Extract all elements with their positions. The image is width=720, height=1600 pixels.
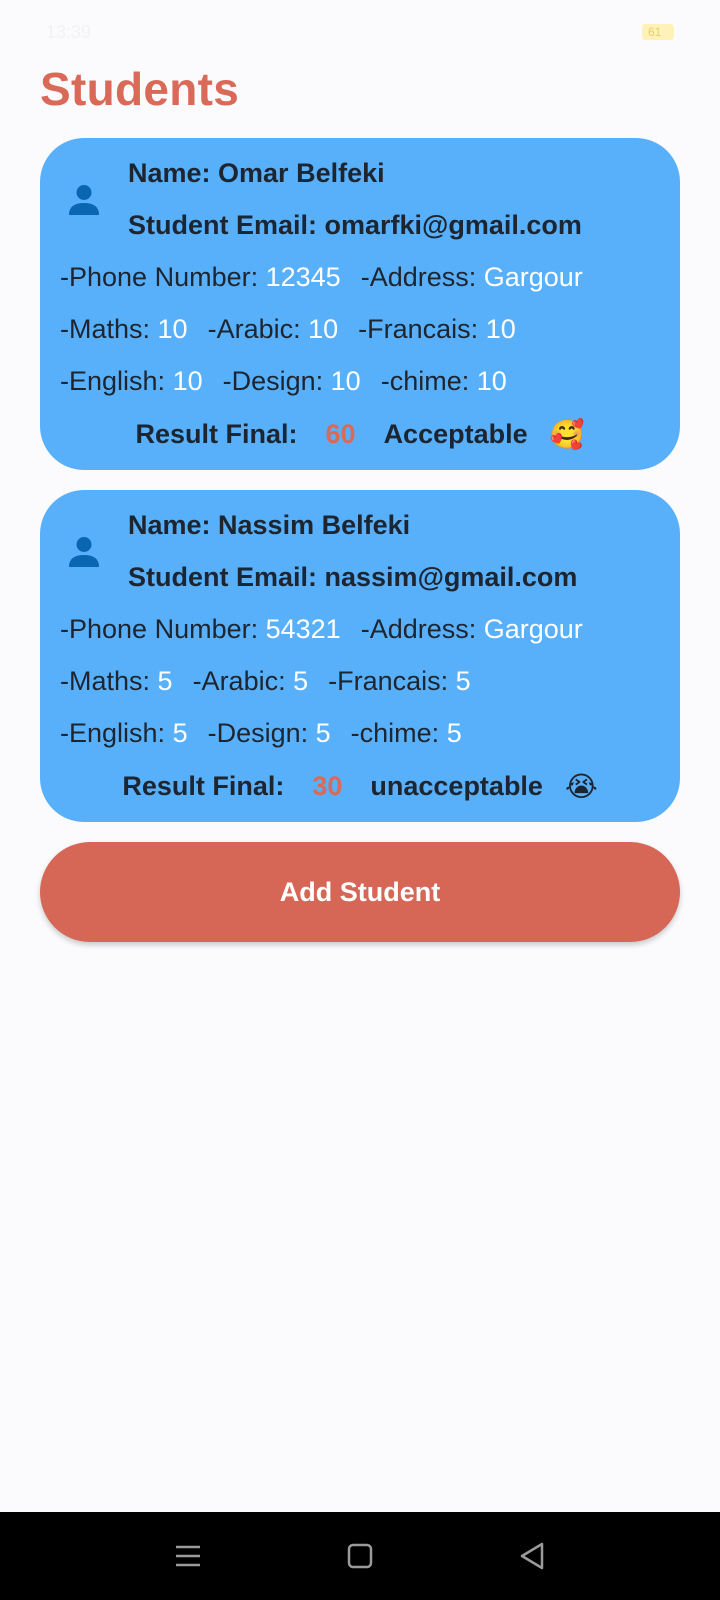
student-name: Name: Omar Belfeki (128, 158, 385, 188)
result-score: 60 (325, 419, 356, 449)
crying-face-emoji-icon: 😭 (564, 771, 598, 802)
english-label: -English: (60, 366, 173, 396)
contact-row: -Phone Number: 12345 -Address: Gargour (60, 262, 583, 293)
phone-value: 54321 (265, 614, 341, 644)
status-right: 61 (642, 24, 674, 40)
status-bar: 13:39 61 (0, 0, 720, 64)
result-status: Acceptable (383, 419, 528, 449)
francais-value: 10 (485, 314, 516, 344)
person-icon (69, 185, 99, 215)
page-title: Students (40, 63, 240, 115)
grades-row-1: -Maths: 5 -Arabic: 5 -Francais: 5 (60, 666, 471, 697)
smiling-hearts-emoji-icon: 🥰 (549, 419, 585, 450)
maths-value: 5 (157, 666, 173, 696)
result-label: Result Final: (122, 771, 285, 801)
arabic-value: 10 (308, 314, 339, 344)
grades-row-2: -English: 10 -Design: 10 -chime: 10 (60, 366, 507, 397)
student-email: Student Email: omarfki@gmail.com (128, 210, 582, 240)
address-label: -Address: (360, 262, 484, 292)
home-square-icon[interactable] (340, 1538, 380, 1574)
arabic-label: -Arabic: (192, 666, 294, 696)
chime-value: 5 (446, 718, 462, 748)
maths-label: -Maths: (60, 666, 158, 696)
address-value: Gargour (483, 614, 583, 644)
design-value: 10 (330, 366, 361, 396)
person-icon (69, 537, 99, 567)
english-value: 5 (172, 718, 188, 748)
english-value: 10 (172, 366, 203, 396)
student-card[interactable]: Name: Omar Belfeki Student Email: omarfk… (40, 138, 680, 470)
result-label: Result Final: (135, 419, 298, 449)
grades-row-1: -Maths: 10 -Arabic: 10 -Francais: 10 (60, 314, 516, 345)
francais-label: -Francais: (328, 666, 456, 696)
system-nav-bar (0, 1512, 720, 1600)
status-time: 13:39 (46, 21, 92, 42)
chime-label: -chime: (350, 718, 447, 748)
address-label: -Address: (360, 614, 484, 644)
student-email: Student Email: nassim@gmail.com (128, 562, 578, 592)
result-row: Result Final: 60 Acceptable 🥰 (40, 418, 680, 451)
phone-label: -Phone Number: (60, 614, 266, 644)
student-name: Name: Nassim Belfeki (128, 510, 411, 540)
student-card[interactable]: Name: Nassim Belfeki Student Email: nass… (40, 490, 680, 822)
francais-value: 5 (455, 666, 471, 696)
design-value: 5 (315, 718, 331, 748)
maths-label: -Maths: (60, 314, 158, 344)
contact-row: -Phone Number: 54321 -Address: Gargour (60, 614, 583, 645)
english-label: -English: (60, 718, 173, 748)
chime-label: -chime: (380, 366, 477, 396)
menu-icon[interactable] (168, 1538, 208, 1574)
francais-label: -Francais: (358, 314, 486, 344)
phone-value: 12345 (265, 262, 341, 292)
result-row: Result Final: 30 unacceptable 😭 (40, 770, 680, 803)
address-value: Gargour (483, 262, 583, 292)
back-triangle-icon[interactable] (512, 1538, 552, 1574)
status-left: 13:39 (46, 22, 91, 43)
phone-label: -Phone Number: (60, 262, 266, 292)
arabic-value: 5 (293, 666, 309, 696)
maths-value: 10 (157, 314, 188, 344)
result-status: unacceptable (370, 771, 543, 801)
arabic-label: -Arabic: (207, 314, 309, 344)
add-student-button[interactable]: Add Student (40, 842, 680, 942)
chime-value: 10 (476, 366, 507, 396)
design-label: -Design: (207, 718, 316, 748)
battery-icon: 61 (642, 24, 674, 40)
result-score: 30 (312, 771, 343, 801)
design-label: -Design: (222, 366, 331, 396)
grades-row-2: -English: 5 -Design: 5 -chime: 5 (60, 718, 462, 749)
